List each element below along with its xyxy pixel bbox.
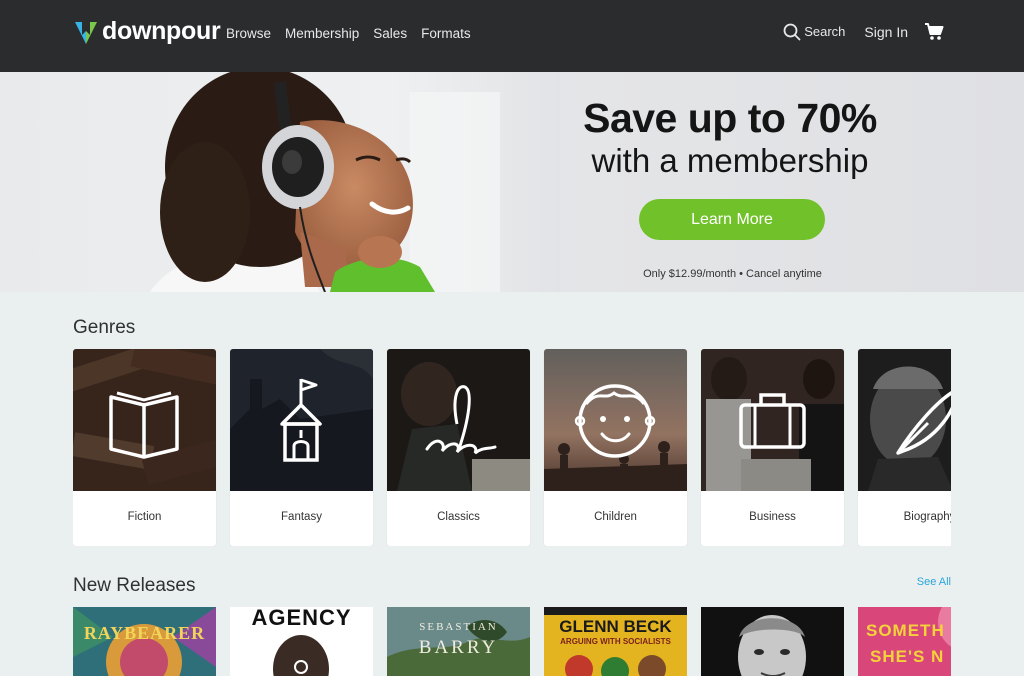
briefcase-icon (739, 393, 806, 449)
genre-image-biography (858, 349, 951, 491)
hero-subtitle: with a membership (591, 142, 869, 179)
book-subtitle: ARGUING WITH SOCIALISTS (560, 637, 671, 646)
open-book-icon (109, 391, 179, 459)
genre-label: Classics (437, 511, 480, 523)
book-author-last: BARRY (418, 637, 499, 658)
castle-tower-icon (280, 378, 322, 462)
book-title: RAYBEARER (83, 623, 206, 643)
genre-card-classics[interactable]: Classics (387, 349, 530, 546)
sign-in-link[interactable]: Sign In (864, 24, 908, 40)
genre-label: Children (594, 511, 637, 523)
genre-card-fantasy[interactable]: Fantasy (230, 349, 373, 546)
new-releases-heading: New Releases (73, 575, 196, 596)
search-button[interactable]: Search (783, 23, 845, 41)
book-cover-portrait[interactable] (701, 607, 844, 676)
see-all-link[interactable]: See All (917, 576, 951, 588)
book-title-line2: SHE'S N (870, 647, 945, 666)
genre-label: Fiction (127, 511, 162, 523)
nav-actions: Search Sign In (783, 22, 944, 41)
search-icon (783, 23, 801, 40)
genre-label: Fantasy (281, 511, 322, 523)
nav-formats[interactable]: Formats (421, 26, 471, 41)
book-cover-sebastian-barry[interactable]: SEBASTIAN BARRY (387, 607, 530, 676)
book-title: AGENCY (251, 607, 352, 630)
book-cover-art (701, 607, 844, 676)
book-title: SOMETH (866, 621, 945, 640)
hero-title: Save up to 70% (583, 95, 877, 141)
search-label: Search (804, 24, 846, 39)
genre-card-children[interactable]: Children (544, 349, 687, 546)
brand-logo[interactable]: downpour (73, 17, 221, 46)
book-author-first: SEBASTIAN (419, 621, 498, 633)
genre-card-biography[interactable]: Biography (858, 349, 951, 546)
genres-heading: Genres (73, 317, 136, 338)
genre-image-business (701, 349, 844, 491)
genre-image-classics (387, 349, 530, 491)
book-cover-something[interactable]: SOMETH SHE'S N (858, 607, 951, 676)
book-cover-raybearer[interactable]: RAYBEARER (73, 607, 216, 676)
genre-label: Business (749, 511, 796, 523)
feather-pen-icon (896, 391, 951, 455)
downpour-arrows-icon (75, 21, 97, 44)
nav-sales[interactable]: Sales (373, 26, 407, 41)
genre-image-fantasy (230, 349, 373, 491)
genre-image-fiction (73, 349, 216, 491)
nav-browse[interactable]: Browse (226, 26, 271, 41)
genre-card-fiction[interactable]: Fiction (73, 349, 216, 546)
book-title: GLENN BECK (559, 617, 672, 636)
cart-icon[interactable] (924, 22, 944, 41)
genre-label: Biography (903, 511, 951, 523)
new-releases-carousel: RAYBEARER AGENCY SEBASTIAN BARRY GLENN B… (73, 607, 951, 676)
book-cover-agency[interactable]: AGENCY (230, 607, 373, 676)
top-nav: downpour Browse Membership Sales Formats… (0, 0, 1024, 72)
child-face-icon (574, 384, 656, 458)
genre-card-business[interactable]: Business (701, 349, 844, 546)
learn-more-button[interactable]: Learn More (639, 199, 825, 240)
membership-price-note: Only $12.99/month • Cancel anytime (643, 268, 822, 280)
brand-name: downpour (102, 17, 221, 45)
nav-membership[interactable]: Membership (285, 26, 359, 41)
genres-carousel: Fiction Fantasy Classics Children Busine… (73, 349, 951, 546)
book-cover-arguing-with-socialists[interactable]: GLENN BECK ARGUING WITH SOCIALISTS (544, 607, 687, 676)
genre-image-children (544, 349, 687, 491)
main-nav: Browse Membership Sales Formats (226, 26, 471, 41)
membership-hero-banner: Save up to 70% with a membership Learn M… (0, 72, 1024, 292)
quill-signature-icon (425, 385, 497, 455)
woman-with-headphones-image (0, 72, 560, 292)
